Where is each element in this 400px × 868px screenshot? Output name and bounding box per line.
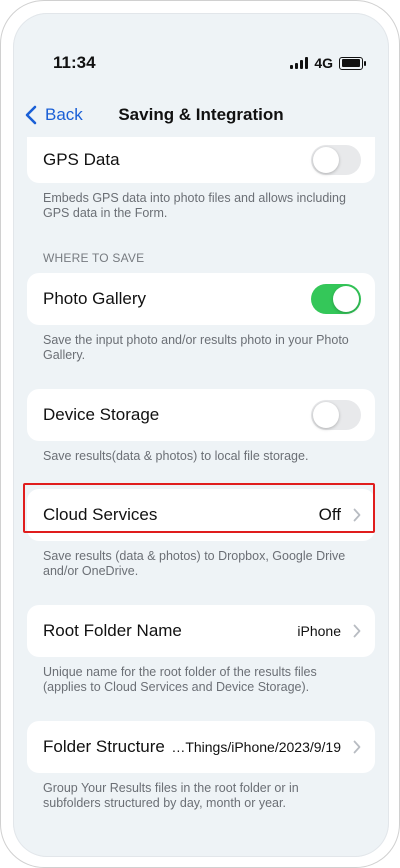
status-bar: 11:34 4G (13, 13, 389, 72)
photo-gallery-label: Photo Gallery (43, 289, 146, 308)
page-title: Saving & Integration (118, 105, 284, 124)
device-storage-label: Device Storage (43, 405, 160, 424)
phone-frame: 11:34 4G Back Saving & Integration GPS D… (0, 0, 400, 868)
folder-structure-row[interactable]: Folder Structure …Things/iPhone/2023/9/1… (27, 721, 375, 773)
screen: 11:34 4G Back Saving & Integration GPS D… (13, 13, 389, 857)
cloud-services-row[interactable]: Cloud Services Off (27, 489, 375, 541)
device-storage-description: Save results(data & photos) to local fil… (43, 449, 309, 463)
navigation-bar: Back Saving & Integration (13, 91, 389, 135)
cloud-services-description: Save results (data & photos) to Dropbox,… (43, 549, 346, 578)
gps-data-row[interactable]: GPS Data (27, 137, 375, 183)
cloud-services-label: Cloud Services (43, 505, 158, 524)
photo-gallery-row[interactable]: Photo Gallery (27, 273, 375, 325)
folder-structure-value: …Things/iPhone/2023/9/19 (171, 739, 341, 755)
battery-icon (339, 56, 366, 70)
photo-gallery-toggle[interactable] (311, 284, 361, 314)
folder-structure-description: Group Your Results files in the root fol… (43, 781, 299, 810)
gps-data-description: Embeds GPS data into photo files and all… (43, 191, 346, 220)
where-to-save-header: WHERE TO SAVE (43, 251, 145, 265)
root-folder-row[interactable]: Root Folder Name iPhone (27, 605, 375, 657)
photo-gallery-description: Save the input photo and/or results phot… (43, 333, 349, 362)
device-storage-toggle[interactable] (311, 400, 361, 430)
status-icons: 4G (290, 55, 366, 71)
chevron-right-icon (353, 624, 361, 638)
chevron-right-icon (353, 740, 361, 754)
root-folder-label: Root Folder Name (43, 621, 182, 640)
signal-icon (290, 57, 309, 69)
chevron-right-icon (353, 508, 361, 522)
status-time: 11:34 (53, 53, 96, 72)
gps-data-toggle[interactable] (311, 145, 361, 175)
gps-data-label: GPS Data (43, 150, 120, 169)
root-folder-value: iPhone (297, 623, 341, 639)
network-type: 4G (314, 55, 333, 71)
device-storage-row[interactable]: Device Storage (27, 389, 375, 441)
folder-structure-label: Folder Structure (43, 737, 165, 756)
root-folder-description: Unique name for the root folder of the r… (43, 665, 317, 694)
cloud-services-value: Off (318, 505, 341, 524)
